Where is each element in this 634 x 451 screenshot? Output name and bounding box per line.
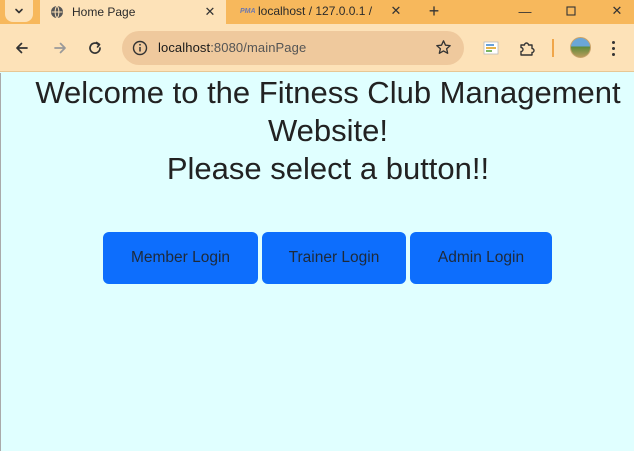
- title-line-1: Welcome to the Fitness Club Management: [35, 75, 621, 110]
- extension-list-icon: [483, 41, 499, 55]
- kebab-dot: [611, 40, 615, 44]
- kebab-dot: [611, 52, 615, 56]
- tab-title: localhost / 127.0.0.1 /: [258, 4, 373, 18]
- info-icon[interactable]: [132, 40, 148, 56]
- new-tab-button[interactable]: +: [424, 0, 444, 22]
- browser-toolbar: localhost:8080/mainPage: [0, 24, 634, 72]
- globe-icon: [51, 5, 63, 19]
- tab-strip: Home Page ✕ PMA localhost / 127.0.0.1 / …: [0, 0, 634, 24]
- reload-button[interactable]: [83, 36, 107, 60]
- extension-button[interactable]: [480, 37, 502, 59]
- forward-button[interactable]: [48, 36, 72, 60]
- trainer-login-button[interactable]: Trainer Login: [262, 232, 406, 284]
- toolbar-divider: [552, 39, 554, 57]
- arrow-left-icon: [16, 42, 28, 54]
- browser-menu-button[interactable]: [606, 37, 620, 59]
- back-button[interactable]: [10, 36, 34, 60]
- tab-phpmyadmin[interactable]: PMA localhost / 127.0.0.1 / ✕: [232, 0, 412, 22]
- close-icon[interactable]: ✕: [202, 4, 218, 20]
- page-title: Welcome to the Fitness Club Management W…: [1, 74, 634, 188]
- url-path: :8080/mainPage: [210, 40, 307, 55]
- member-login-button[interactable]: Member Login: [103, 232, 258, 284]
- maximize-icon: [566, 6, 576, 16]
- close-window-button[interactable]: ✕: [602, 0, 632, 22]
- address-bar[interactable]: localhost:8080/mainPage: [122, 31, 464, 65]
- bookmark-star-icon[interactable]: [435, 39, 452, 56]
- url-host: localhost: [158, 40, 211, 55]
- puzzle-icon: [520, 42, 535, 56]
- tab-home-page[interactable]: Home Page ✕: [40, 0, 226, 24]
- admin-login-button[interactable]: Admin Login: [410, 232, 552, 284]
- url-text[interactable]: localhost:8080/mainPage: [158, 40, 306, 55]
- profile-avatar[interactable]: [570, 37, 591, 58]
- reload-icon: [89, 41, 101, 54]
- chevron-down-icon: [15, 8, 23, 14]
- tab-title: Home Page: [72, 5, 136, 19]
- maximize-button[interactable]: [556, 0, 586, 22]
- title-line-2: Website!: [267, 113, 389, 148]
- pma-icon: PMA: [240, 7, 256, 15]
- kebab-dot: [611, 46, 615, 50]
- tab-search-button[interactable]: [5, 0, 33, 22]
- login-button-group: Member Login Trainer Login Admin Login: [103, 232, 552, 284]
- page-content: Welcome to the Fitness Club Management W…: [0, 73, 634, 451]
- close-icon[interactable]: ✕: [388, 3, 404, 19]
- extensions-menu-button[interactable]: [516, 37, 538, 59]
- minimize-button[interactable]: —: [510, 0, 540, 22]
- title-line-3: Please select a button!!: [166, 151, 490, 186]
- arrow-right-icon: [54, 42, 66, 54]
